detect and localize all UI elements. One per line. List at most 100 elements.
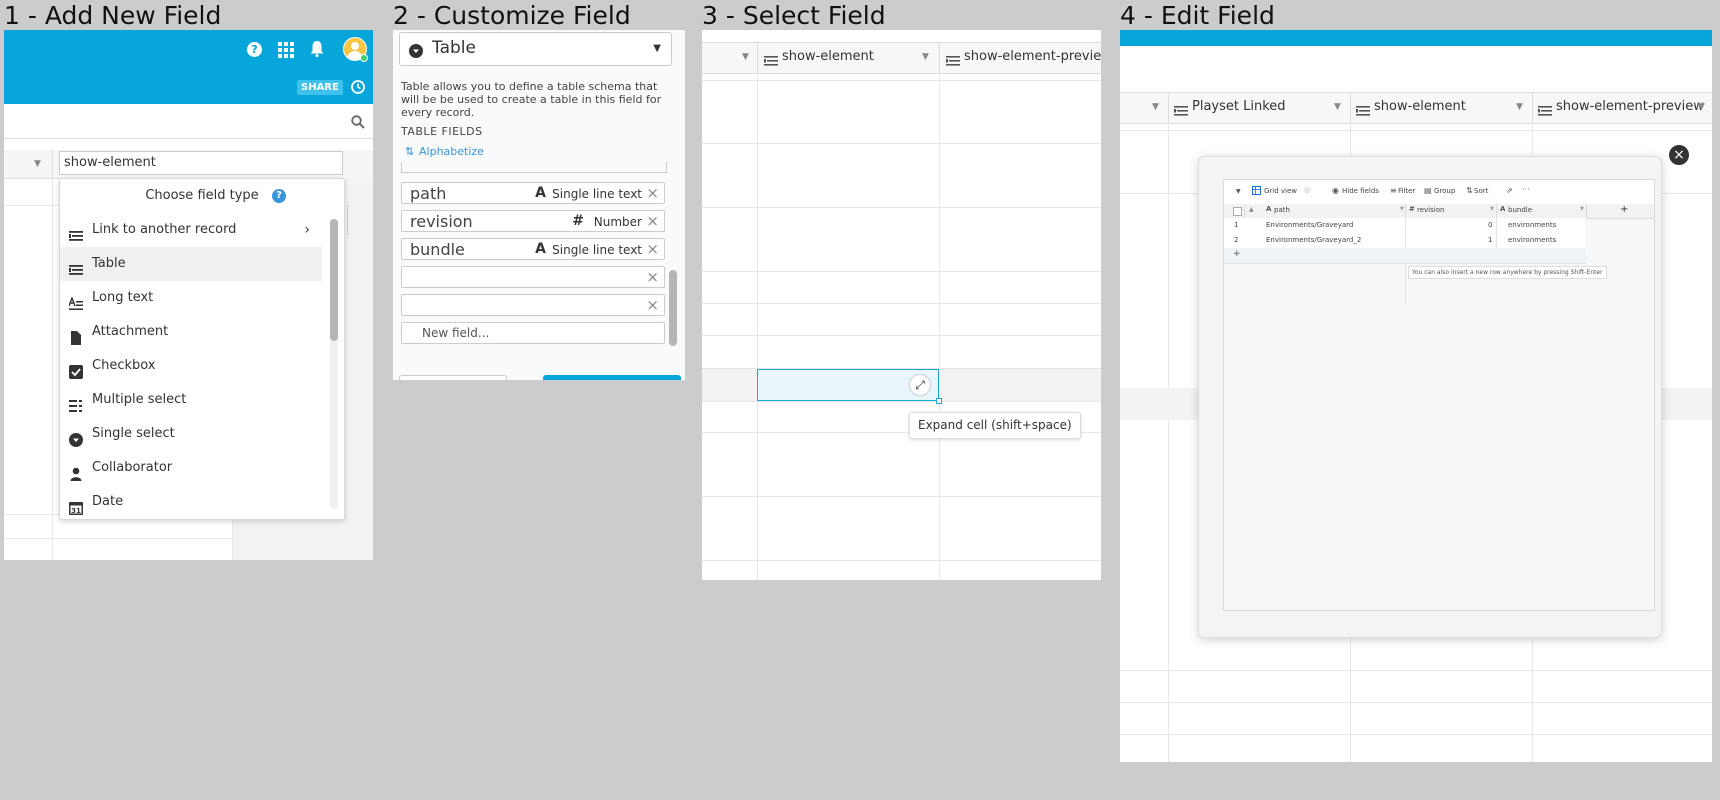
remove-field-icon[interactable]: × bbox=[646, 240, 659, 258]
field-type-date[interactable]: 31 Date bbox=[60, 485, 322, 519]
field-type-table[interactable]: Table bbox=[60, 247, 322, 281]
cancel-button[interactable] bbox=[399, 375, 507, 380]
chevron-right-icon: › bbox=[304, 222, 310, 238]
field-type-select[interactable]: Table ▼ bbox=[399, 32, 672, 66]
text-icon: A bbox=[535, 241, 546, 257]
column-header-show-element-preview[interactable]: show-element-preview bbox=[944, 43, 1101, 73]
column-header-show-element-preview[interactable]: show-element-preview ▼ bbox=[1536, 93, 1712, 123]
chevron-down-icon[interactable]: ▼ bbox=[1516, 102, 1523, 112]
chevron-down-icon[interactable]: ▼ bbox=[34, 159, 41, 169]
filter-icon: ≡ bbox=[1390, 186, 1397, 195]
sort-icon: ⇅ bbox=[1466, 186, 1473, 195]
step-title-2: 2 - Customize Field bbox=[393, 1, 631, 30]
expanded-field-modal: ▼ Grid view ◎ ◉ Hide fields ≡ Filter ▤ G… bbox=[1198, 156, 1662, 638]
add-row[interactable]: + bbox=[1224, 248, 1586, 264]
remove-field-icon[interactable]: × bbox=[646, 184, 659, 202]
table-field-row-path[interactable]: path A Single line text × bbox=[401, 182, 665, 204]
add-row-icon: + bbox=[1233, 249, 1241, 259]
remove-field-icon[interactable]: × bbox=[646, 296, 659, 314]
step-title-4: 4 - Edit Field bbox=[1120, 1, 1275, 30]
selected-cell[interactable]: ⤢ bbox=[757, 369, 939, 401]
single-select-icon bbox=[69, 427, 83, 447]
add-column-icon[interactable]: + bbox=[1620, 204, 1628, 215]
select-all-checkbox[interactable] bbox=[1233, 207, 1242, 216]
table-row[interactable]: 2 Environments/Graveyard_2 1 environment… bbox=[1224, 233, 1586, 249]
column-header-playset-linked[interactable]: Playset Linked ▼ bbox=[1172, 93, 1350, 123]
sort-button[interactable]: Sort bbox=[1474, 187, 1488, 195]
grid-header: ▼ show-element ▼ show-element-preview bbox=[702, 42, 1101, 74]
field-type-single-select[interactable]: Single select bbox=[60, 417, 322, 451]
panel-customize-field: Table ▼ Table allows you to define a tab… bbox=[393, 30, 685, 380]
chevron-down-icon[interactable]: ▼ bbox=[1334, 102, 1341, 112]
group-button[interactable]: Group bbox=[1434, 187, 1455, 195]
grid-view-label[interactable]: Grid view bbox=[1264, 187, 1297, 195]
help-icon[interactable]: ? bbox=[272, 189, 286, 203]
field-type-list: Link to another record › Table Long text… bbox=[60, 213, 322, 519]
insert-row-hint: You can also insert a new row anywhere b… bbox=[1408, 266, 1607, 279]
table-field-row-empty[interactable]: × bbox=[401, 266, 665, 288]
long-text-icon bbox=[68, 291, 83, 310]
chevron-down-icon[interactable]: ▼ bbox=[1236, 188, 1241, 195]
table-field-row-empty[interactable]: × bbox=[401, 294, 665, 316]
field-type-collaborator[interactable]: Collaborator bbox=[60, 451, 322, 485]
single-select-icon bbox=[409, 43, 423, 58]
embedded-toolbar: ▼ Grid view ◎ ◉ Hide fields ≡ Filter ▤ G… bbox=[1224, 180, 1654, 205]
mini-column-bundle[interactable]: bundle bbox=[1508, 206, 1532, 214]
embedded-table: ▼ Grid view ◎ ◉ Hide fields ≡ Filter ▤ G… bbox=[1223, 179, 1655, 611]
field-type-multiple-select[interactable]: Multiple select bbox=[60, 383, 322, 417]
column-header-show-element[interactable]: show-element ▼ bbox=[1354, 93, 1532, 123]
share-view-icon[interactable]: ⇗ bbox=[1506, 186, 1513, 195]
panel-add-new-field: ? SHARE ▼ show-element Choose field type… bbox=[4, 30, 373, 560]
save-button[interactable] bbox=[543, 375, 681, 380]
apps-grid-icon[interactable] bbox=[278, 42, 294, 58]
filter-button[interactable]: Filter bbox=[1398, 187, 1415, 195]
field-name-input[interactable]: show-element bbox=[59, 151, 343, 175]
remove-field-icon[interactable]: × bbox=[646, 268, 659, 286]
table-fields-label: TABLE FIELDS bbox=[401, 125, 483, 138]
panel-select-field: ▼ show-element ▼ show-element-preview ⤢ … bbox=[702, 30, 1101, 580]
table-icon bbox=[1356, 102, 1370, 121]
share-button[interactable]: SHARE bbox=[297, 80, 343, 95]
table-icon bbox=[1538, 102, 1552, 121]
column-header-show-element[interactable]: show-element ▼ bbox=[762, 43, 942, 73]
help-icon[interactable]: ? bbox=[247, 42, 262, 57]
history-icon[interactable] bbox=[350, 79, 366, 95]
grid-header: ▼ Playset Linked ▼ show-element ▼ show-e… bbox=[1120, 92, 1712, 124]
chevron-down-icon[interactable]: ▼ bbox=[1698, 102, 1705, 112]
fields-scrollbar-thumb[interactable] bbox=[669, 270, 677, 346]
more-icon[interactable]: ··· bbox=[1522, 185, 1530, 194]
remove-field-icon[interactable]: × bbox=[646, 212, 659, 230]
step-title-3: 3 - Select Field bbox=[702, 1, 886, 30]
field-type-checkbox[interactable]: Checkbox bbox=[60, 349, 322, 383]
search-icon[interactable] bbox=[351, 114, 365, 129]
hide-fields-button[interactable]: Hide fields bbox=[1342, 187, 1379, 195]
table-icon bbox=[1174, 102, 1188, 121]
new-field-input[interactable]: New field... bbox=[401, 322, 665, 344]
embedded-grid-header: ▲ A path ▼ # revision ▼ A bundle ▼ + bbox=[1224, 204, 1654, 219]
expand-icon[interactable]: ⤢ bbox=[910, 375, 930, 395]
sort-icon: ▲ bbox=[1249, 206, 1254, 213]
chevron-down-icon[interactable]: ▼ bbox=[742, 52, 749, 62]
field-type-long-text[interactable]: Long text bbox=[60, 281, 322, 315]
field-type-link-to-another-record[interactable]: Link to another record › bbox=[60, 213, 322, 247]
mini-column-revision[interactable]: revision bbox=[1417, 206, 1444, 214]
table-row[interactable]: 1 Environments/Graveyard 0 environments bbox=[1224, 218, 1586, 234]
chooser-scrollbar-thumb[interactable] bbox=[330, 219, 338, 341]
chevron-down-icon[interactable]: ▼ bbox=[1400, 206, 1404, 212]
close-icon[interactable]: × bbox=[1668, 144, 1690, 166]
table-field-row-bundle[interactable]: bundle A Single line text × bbox=[401, 238, 665, 260]
number-icon: # bbox=[572, 213, 584, 229]
chooser-scrollbar[interactable] bbox=[330, 219, 338, 509]
cell-fill-handle[interactable] bbox=[936, 398, 942, 404]
svg-text:31: 31 bbox=[71, 507, 81, 515]
chevron-down-icon[interactable]: ▼ bbox=[922, 52, 929, 62]
notification-bell-icon[interactable] bbox=[310, 41, 324, 57]
link-record-icon bbox=[69, 223, 83, 241]
chevron-down-icon[interactable]: ▼ bbox=[1490, 206, 1494, 212]
mini-column-path[interactable]: path bbox=[1274, 206, 1290, 214]
table-icon bbox=[764, 52, 778, 66]
chevron-down-icon[interactable]: ▼ bbox=[1580, 206, 1584, 212]
table-field-row-revision[interactable]: revision # Number × bbox=[401, 210, 665, 232]
chevron-down-icon[interactable]: ▼ bbox=[1152, 102, 1159, 112]
field-type-attachment[interactable]: Attachment bbox=[60, 315, 322, 349]
